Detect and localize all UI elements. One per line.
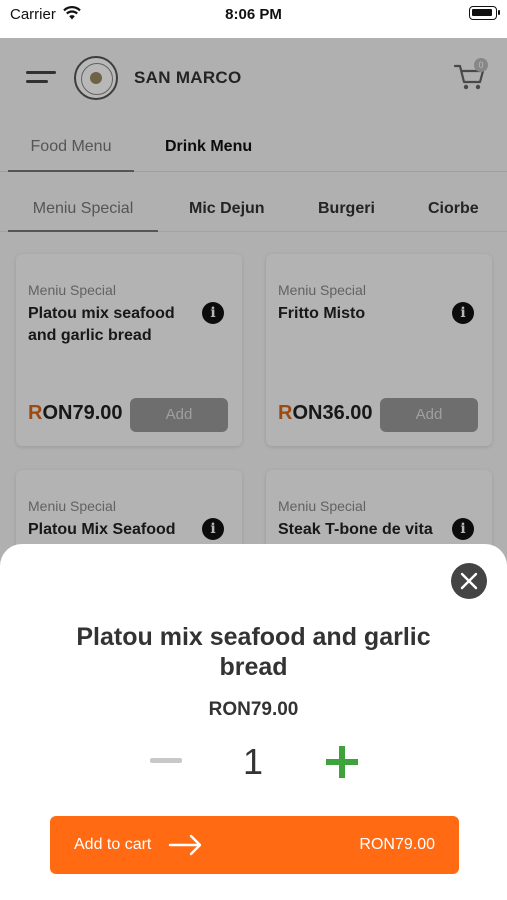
close-icon [460,572,478,590]
battery-icon [469,6,500,20]
quantity-value: 1 [242,741,264,782]
sheet-product-price: RON79.00 [208,699,299,720]
add-to-cart-label: Add to cart [74,836,152,853]
decrease-quantity-button[interactable] [150,758,182,763]
increase-quantity-button[interactable] [326,746,358,778]
product-detail-sheet: Platou mix seafood and garlic bread RON7… [0,544,507,900]
close-button[interactable] [451,563,487,599]
sheet-product-title: Platou mix seafood and garlic bread [76,623,431,681]
add-to-cart-button[interactable]: Add to cart RON79.00 [50,816,459,874]
add-to-cart-total: RON79.00 [359,836,435,853]
arrow-right-icon [168,834,202,856]
clock: 8:06 PM [225,6,282,23]
status-bar: Carrier 8:06 PM [0,0,507,38]
